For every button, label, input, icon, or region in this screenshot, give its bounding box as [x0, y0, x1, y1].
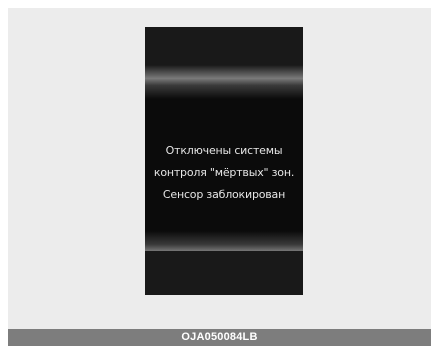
figure-code-caption: OJA050084LB — [8, 329, 431, 346]
warning-line-1: Отключены системы — [165, 144, 283, 157]
cluster-display-screen: Отключены системы контроля "мёртвых" зон… — [145, 27, 303, 295]
warning-line-2: контроля "мёртвых" зон. — [153, 166, 295, 179]
figure-panel: Отключены системы контроля "мёртвых" зон… — [8, 8, 431, 329]
display-bottom-band — [145, 251, 303, 295]
warning-message: Отключены системы контроля "мёртвых" зон… — [145, 140, 303, 206]
warning-line-3: Сенсор заблокирован — [162, 188, 286, 201]
display-top-glow — [145, 65, 303, 99]
manual-figure: Отключены системы контроля "мёртвых" зон… — [0, 0, 432, 346]
